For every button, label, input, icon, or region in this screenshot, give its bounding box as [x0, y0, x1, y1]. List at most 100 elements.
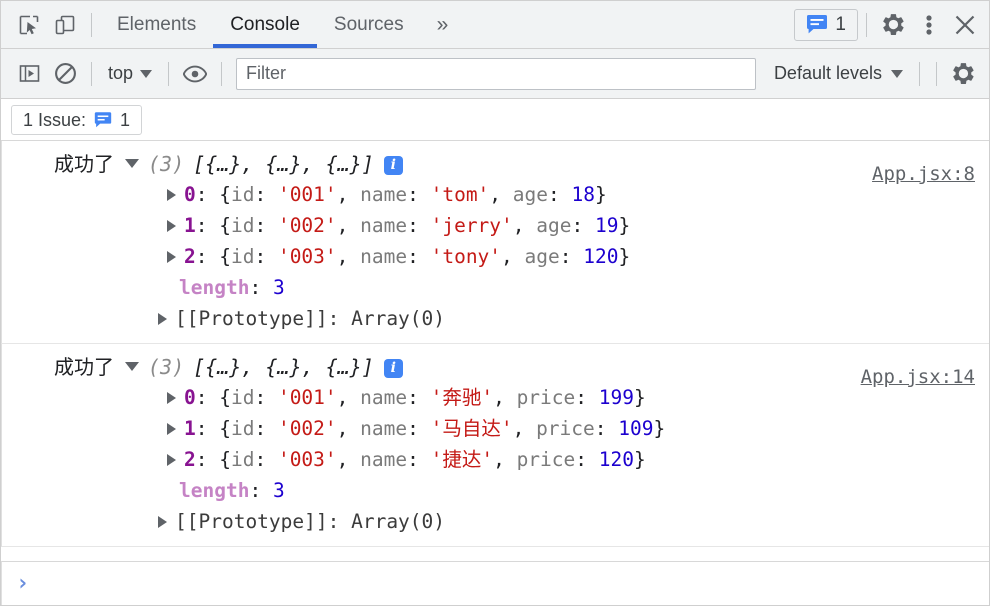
- tab-sources-label: Sources: [333, 13, 404, 35]
- panel-tabs: Elements Console Sources »: [100, 1, 464, 48]
- object-key: age: [524, 245, 560, 268]
- expand-triangle-icon[interactable]: [167, 251, 176, 263]
- expand-collapse-triangle-icon[interactable]: [125, 362, 139, 371]
- messages-badge[interactable]: 1: [794, 8, 858, 41]
- console-message-header: 成功了 (3) [{…}, {…}, {…}] i App.jsx:8: [2, 149, 989, 185]
- message-bubble-icon: [807, 15, 828, 34]
- execution-context-label: top: [108, 63, 134, 83]
- length-value: 3: [272, 479, 285, 502]
- object-value: 19: [594, 214, 619, 237]
- console-message-group: 成功了 (3) [{…}, {…}, {…}] i App.jsx:14 0: …: [1, 344, 989, 547]
- object-value: 120: [583, 245, 619, 268]
- array-index: 0: [184, 386, 196, 409]
- console-prompt[interactable]: ›: [1, 561, 989, 606]
- array-item-row[interactable]: 2: {id: '003', name: '捷达', price: 120}: [2, 444, 989, 475]
- prototype-row[interactable]: [[Prototype]]: Array(0): [2, 303, 989, 334]
- console-log-label: 成功了: [54, 355, 114, 379]
- tab-console[interactable]: Console: [213, 1, 317, 48]
- length-value: 3: [272, 276, 285, 299]
- object-value: '捷达': [430, 448, 494, 471]
- console-prompt-input[interactable]: [39, 561, 989, 606]
- object-key: name: [360, 417, 408, 440]
- filterbar-divider-4: [919, 61, 920, 86]
- eye-icon-svg: [183, 65, 208, 82]
- message-bubble-icon: [94, 111, 112, 127]
- more-tabs-label: »: [436, 12, 449, 36]
- filterbar-divider-3: [221, 61, 223, 86]
- close-icon[interactable]: [947, 7, 983, 43]
- console-sidebar-icon-svg: [19, 65, 39, 82]
- toolbar-divider-1: [91, 12, 92, 37]
- object-value: 18: [571, 183, 595, 206]
- array-index: 2: [184, 448, 196, 471]
- log-levels-label: Default levels: [773, 63, 882, 83]
- object-value: '奔驰': [430, 386, 494, 409]
- object-key: name: [360, 214, 408, 237]
- devtools-panel: Elements Console Sources » 1 top Filter …: [0, 0, 990, 606]
- log-levels-selector[interactable]: Default levels: [766, 60, 911, 87]
- tab-sources[interactable]: Sources: [317, 1, 421, 48]
- array-length-row: length: 3: [179, 276, 285, 299]
- tab-elements[interactable]: Elements: [100, 1, 213, 48]
- array-item-row[interactable]: 1: {id: '002', name: 'jerry', age: 19}: [2, 210, 989, 241]
- expand-triangle-icon[interactable]: [167, 189, 176, 201]
- filterbar-divider-2: [168, 61, 170, 86]
- toolbar-divider-2: [866, 12, 867, 37]
- object-key: age: [512, 183, 549, 206]
- device-toolbar-icon[interactable]: [47, 7, 83, 43]
- clear-console-icon[interactable]: [47, 56, 83, 92]
- array-length-row: length: 3: [179, 479, 285, 502]
- object-key: id: [230, 183, 255, 206]
- object-value: 199: [598, 386, 634, 409]
- expand-triangle-icon[interactable]: [167, 220, 176, 232]
- expand-triangle-icon[interactable]: [167, 454, 176, 466]
- expand-triangle-icon[interactable]: [158, 313, 167, 325]
- array-preview: [{…}, {…}, {…}]: [193, 355, 374, 379]
- array-item-row[interactable]: 2: {id: '003', name: 'tony', age: 120}: [2, 241, 989, 272]
- array-preview: [{…}, {…}, {…}]: [193, 152, 374, 176]
- object-value: 'tom': [430, 183, 490, 206]
- prompt-chevron-icon: ›: [16, 570, 30, 596]
- prototype-row[interactable]: [[Prototype]]: Array(0): [2, 506, 989, 537]
- object-key: name: [360, 448, 408, 471]
- gear-icon-svg: [882, 14, 904, 35]
- filter-input[interactable]: [236, 57, 756, 90]
- console-output: 成功了 (3) [{…}, {…}, {…}] i App.jsx:8 0: {…: [1, 141, 989, 561]
- chevron-down-icon: [140, 69, 153, 78]
- console-message-group: 成功了 (3) [{…}, {…}, {…}] i App.jsx:8 0: {…: [1, 141, 989, 344]
- console-message-header: 成功了 (3) [{…}, {…}, {…}] i App.jsx:14: [2, 352, 989, 388]
- object-value: '001': [277, 183, 337, 206]
- clear-console-icon-svg: [54, 63, 76, 84]
- array-item-row[interactable]: 1: {id: '002', name: '马自达', price: 109}: [2, 413, 989, 444]
- inspect-cursor-icon[interactable]: [11, 7, 47, 43]
- console-settings-gear-icon[interactable]: [945, 56, 981, 92]
- more-tabs-button[interactable]: »: [421, 1, 465, 48]
- close-icon-svg: [955, 15, 975, 34]
- issues-count: 1: [120, 109, 131, 130]
- live-expression-icon[interactable]: [177, 56, 213, 92]
- expand-triangle-icon[interactable]: [167, 392, 176, 404]
- array-item-row[interactable]: 0: {id: '001', name: 'tom', age: 18}: [2, 179, 989, 210]
- expand-collapse-triangle-icon[interactable]: [125, 159, 139, 168]
- tab-elements-label: Elements: [117, 13, 197, 35]
- object-value: 109: [618, 417, 654, 440]
- object-key: id: [230, 448, 255, 471]
- filterbar-divider-5: [936, 61, 937, 86]
- object-key: id: [230, 214, 255, 237]
- execution-context-selector[interactable]: top: [100, 60, 160, 87]
- inspect-cursor-icon-svg: [19, 15, 39, 34]
- prototype-label: [[Prototype]]: Array(0): [175, 307, 446, 330]
- gear-icon[interactable]: [875, 7, 911, 43]
- expand-triangle-icon[interactable]: [167, 423, 176, 435]
- object-key: id: [230, 417, 255, 440]
- issues-button[interactable]: 1 Issue: 1: [11, 104, 143, 135]
- array-index: 1: [184, 214, 196, 237]
- more-vertical-icon[interactable]: [911, 7, 947, 43]
- array-item-row[interactable]: 0: {id: '001', name: '奔驰', price: 199}: [2, 382, 989, 413]
- expand-triangle-icon[interactable]: [158, 516, 167, 528]
- console-log-label: 成功了: [54, 152, 114, 176]
- object-key: price: [516, 448, 576, 471]
- tab-console-label: Console: [230, 13, 300, 35]
- console-sidebar-icon[interactable]: [11, 56, 47, 92]
- object-key: price: [516, 386, 576, 409]
